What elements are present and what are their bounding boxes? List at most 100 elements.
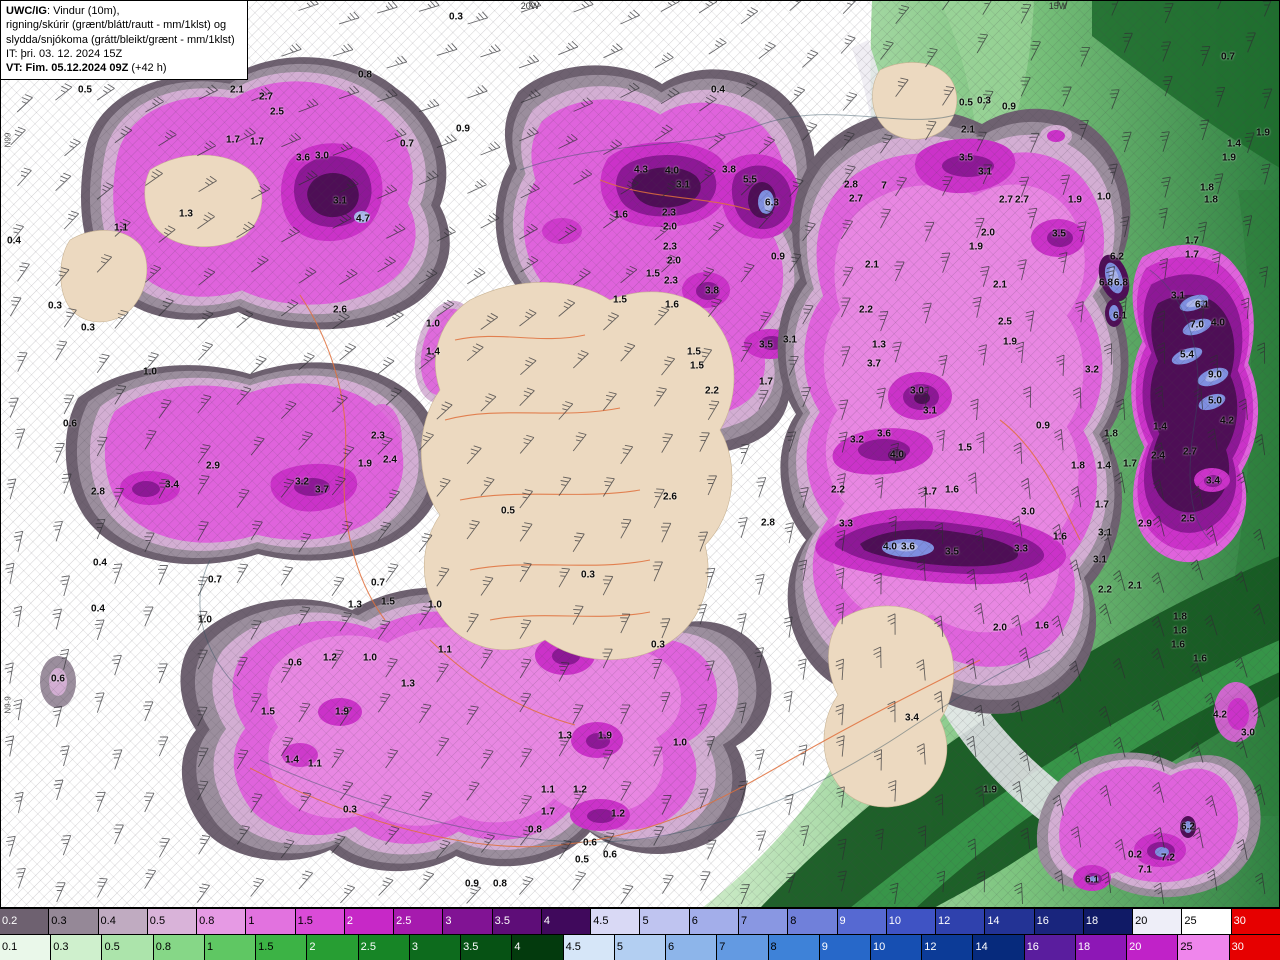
precip-value-label: 2.1: [961, 124, 975, 136]
precip-value-label: 3.3: [1014, 543, 1028, 555]
precip-value-label: 0.9: [1036, 420, 1050, 432]
colorbar-cell: 2.5: [394, 909, 444, 934]
precip-value-label: 3.0: [1021, 506, 1035, 518]
precip-value-label: 2.8: [844, 179, 858, 191]
precip-value-label: 2.3: [664, 275, 678, 287]
precip-value-label: 1.7: [226, 134, 240, 146]
precip-value-label: 0.4: [711, 84, 725, 96]
precip-value-label: 3.6: [901, 541, 915, 553]
colorbar-cell: 5: [614, 935, 667, 960]
precip-value-label: 7.1: [1138, 864, 1152, 876]
precip-value-label: 1.9: [1068, 194, 1082, 206]
precip-value-label: 3.5: [945, 546, 959, 558]
precip-value-label: 2.6: [333, 304, 347, 316]
colorbar-cell: 6: [689, 909, 739, 934]
precip-value-label: 1.8: [1173, 611, 1187, 623]
precip-value-label: 1.9: [1222, 152, 1236, 164]
legend-line-rain: rigning/skúrir (grænt/blátt/rautt - mm/1…: [6, 19, 227, 32]
precip-value-label: 2.7: [1015, 194, 1029, 206]
colorbar-cell: 0.1: [0, 935, 52, 960]
tan-terrain-patch: [420, 282, 735, 660]
colorbar-cell: 4.5: [563, 935, 615, 960]
colorbar-cell: 6: [666, 935, 718, 960]
precip-value-label: 1.5: [613, 294, 627, 306]
precip-value-label: 2.0: [993, 622, 1007, 634]
precip-value-label: 1.5: [261, 706, 275, 718]
precip-value-label: 6.2: [1110, 251, 1124, 263]
precip-value-label: 1.5: [646, 268, 660, 280]
precip-value-label: 0.7: [400, 138, 414, 150]
precip-value-label: 0.4: [7, 235, 21, 247]
precip-value-label: 1.8: [1173, 625, 1187, 637]
precip-value-label: 1.6: [945, 484, 959, 496]
precip-value-label: 3.1: [923, 405, 937, 417]
precip-value-label: 3.2: [1085, 364, 1099, 376]
tan-terrain-patch: [872, 62, 958, 140]
precip-value-label: 3.5: [759, 339, 773, 351]
colorbar-cell: 14: [985, 909, 1035, 934]
precip-value-label: 0.6: [603, 849, 617, 861]
legend-line-valid-time: VT: Fim. 05.12.2024 09Z (+42 h): [6, 62, 167, 75]
side-label: N99: [3, 132, 13, 148]
precip-value-label: 0.8: [493, 878, 507, 890]
precip-value-label: 3.0: [315, 150, 329, 162]
precip-value-label: 0.3: [48, 300, 62, 312]
precip-value-label: 3.1: [1171, 290, 1185, 302]
colorbar-cell: 1: [246, 909, 296, 934]
precip-value-label: 0.3: [581, 569, 595, 581]
colorbar-cell: 0.4: [98, 909, 148, 934]
colorbar-cell: 0.3: [51, 935, 103, 960]
precip-value-label: 0.3: [977, 95, 991, 107]
precip-value-label: 5.4: [1180, 349, 1194, 361]
precip-value-label: 3.1: [1098, 527, 1112, 539]
colorbar-cell: 9: [819, 935, 871, 960]
precip-value-label: 1.5: [958, 442, 972, 454]
precip-value-label: 1.9: [1003, 336, 1017, 348]
precip-value-label: 2.1: [993, 279, 1007, 291]
precip-value-label: 4.0: [883, 541, 897, 553]
precip-value-label: 4.2: [1213, 709, 1227, 721]
precip-value-label: 0.4: [91, 603, 105, 615]
precip-value-label: 1.7: [1123, 458, 1137, 470]
precip-value-label: 2.2: [859, 304, 873, 316]
precip-value-label: 1.2: [323, 652, 337, 664]
precip-value-label: 2.9: [1138, 518, 1152, 530]
precip-value-label: 3.1: [676, 179, 690, 191]
colorbar-cell: 0.5: [102, 935, 154, 960]
map-region: 20W 15W N99 N9-9 0.3 0.4 0.7 0.5 2.1 2.7 2.5 0.8 1…: [0, 0, 1280, 908]
precip-value-label: 1.7: [541, 806, 555, 818]
precip-value-label: 2.5: [998, 316, 1012, 328]
precip-value-label: 0.5: [959, 97, 973, 109]
precip-value-label: 2.0: [667, 255, 681, 267]
precip-value-label: 4.0: [890, 449, 904, 461]
weather-map-page: 20W 15W N99 N9-9 0.3 0.4 0.7 0.5 2.1 2.7 2.5 0.8 1…: [0, 0, 1280, 960]
precip-value-label: 1.7: [923, 486, 937, 498]
colorbar-cell: 3.5: [461, 935, 513, 960]
colorbar-cell: 20: [1133, 909, 1183, 934]
precip-value-label: 1.0: [1097, 191, 1111, 203]
precip-value-label: 1.6: [1193, 653, 1207, 665]
precip-value-label: 1.8: [1200, 182, 1214, 194]
weather-map-canvas: [0, 0, 1280, 908]
colorbar-cell: 4: [541, 909, 592, 934]
precip-value-label: 2.4: [1151, 450, 1165, 462]
precip-value-label: 2.6: [663, 491, 677, 503]
colorbars: 0.2 0.3 0.4 0.5 0.8 1 1.5 2 2.5 3 3.5 4 4.5 5 6 7 8 9 10 12…: [0, 908, 1280, 960]
precip-value-label: 2.2: [831, 484, 845, 496]
colorbar-cell: 18: [1075, 935, 1128, 960]
precip-value-label: 6.1: [1113, 310, 1127, 322]
precip-value-label: 1.3: [401, 678, 415, 690]
colorbar-rain: 0.1 0.3 0.5 0.8 1 1.5 2 2.5 3 3.5 4 4.5 5 6 7 8 9 10 12 14 1…: [0, 934, 1280, 960]
legend-line-snow: slydda/snjókoma (grátt/bleikt/grænt - mm…: [6, 33, 235, 46]
colorbar-cell: 25: [1178, 935, 1230, 960]
precip-value-label: 3.8: [705, 285, 719, 297]
precip-value-label: 1.5: [690, 360, 704, 372]
precip-value-label: 1.4: [426, 346, 440, 358]
precip-value-label: 0.3: [651, 639, 665, 651]
precip-value-label: 1.5: [687, 346, 701, 358]
precip-value-label: 0.9: [456, 123, 470, 135]
precip-value-label: 1.6: [1053, 531, 1067, 543]
precip-value-label: 1.6: [665, 299, 679, 311]
precip-value-label: 4.0: [1211, 317, 1225, 329]
precip-value-label: 2.7: [259, 91, 273, 103]
